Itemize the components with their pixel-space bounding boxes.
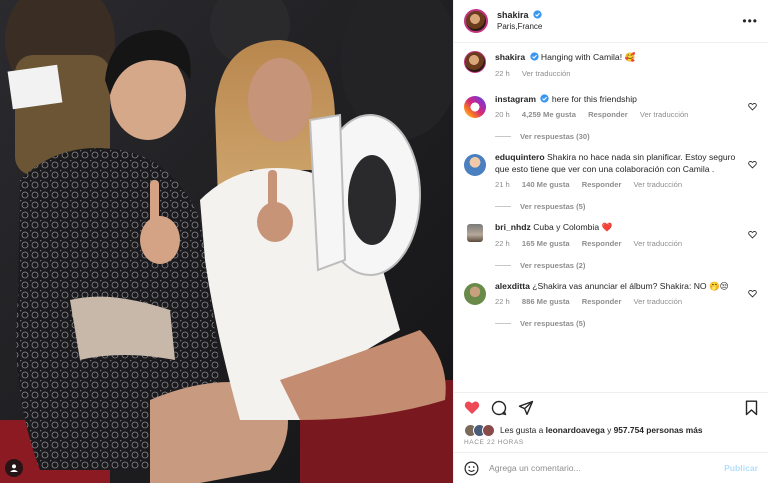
comment-item: instagram here for this friendship 20 h … [464,93,758,141]
post-header: shakira Paris,France ••• [454,0,768,43]
view-replies-label: Ver respuestas (2) [520,260,586,270]
tagged-users-button[interactable] [5,459,23,477]
more-options-icon[interactable]: ••• [742,14,758,28]
add-comment-bar: Publicar [454,452,768,483]
bri-nhdz-avatar[interactable] [467,224,483,242]
caption-username[interactable]: shakira [495,52,525,62]
emoji-smiley-icon [464,461,479,475]
comment-username[interactable]: alexditta [495,281,530,291]
save-button[interactable] [745,400,758,416]
comment-time[interactable]: 20 h [495,110,510,119]
view-replies-button[interactable]: Ver respuestas (2) [495,261,742,270]
verified-badge-icon [529,52,539,61]
caption-translate[interactable]: Ver traducción [522,69,571,78]
like-comment-heart-icon[interactable] [748,102,757,111]
translate-link[interactable]: Ver traducción [634,180,683,189]
post-location[interactable]: Paris,France [497,21,542,32]
eduquintero-avatar[interactable] [464,154,486,176]
comment-likes[interactable]: 140 Me gusta [522,180,570,189]
photo-illustration [0,0,453,483]
comment-item: bri_nhdz Cuba y Colombia ❤️ 22 h 165 Me … [464,222,758,270]
post-timestamp[interactable]: HACE 22 HORAS [454,438,768,452]
likes-summary: Les gusta a leonardoavega y 957.754 pers… [454,422,768,438]
likes-prefix: Les gusta a [500,425,544,435]
verified-badge-icon [533,10,542,19]
author-info: shakira Paris,France [497,10,542,32]
comment-time[interactable]: 22 h [495,239,510,248]
comment-likes[interactable]: 886 Me gusta [522,297,570,306]
post-caption: shakira Hanging with Camila! 🥰 22 h Ver … [464,49,758,78]
author-avatar[interactable] [464,9,488,33]
share-button[interactable] [518,400,534,416]
reply-link[interactable]: Responder [588,110,628,119]
comment-item: eduquintero Shakira no hace nada sin pla… [464,152,758,211]
view-replies-button[interactable]: Ver respuestas (5) [495,202,742,211]
likes-middle: y [607,425,612,435]
caption-avatar[interactable] [464,51,486,73]
replies-divider [495,323,511,324]
alexditta-avatar[interactable] [464,282,486,305]
caption-time[interactable]: 22 h [495,69,510,78]
view-replies-label: Ver respuestas (30) [520,132,590,141]
publish-button[interactable]: Publicar [724,463,758,473]
reply-link[interactable]: Responder [582,297,622,306]
view-replies-label: Ver respuestas (5) [520,319,586,328]
view-replies-button[interactable]: Ver respuestas (5) [495,319,742,328]
liker-avatar [482,423,495,437]
comment-button[interactable] [491,400,507,416]
comment-text: Cuba y Colombia ❤️ [533,222,613,232]
comment-input[interactable] [489,463,725,473]
emoji-button[interactable] [464,461,479,476]
post-actions-bar [454,392,768,422]
replies-divider [495,136,511,137]
comment-likes[interactable]: 4,259 Me gusta [522,110,576,119]
instagram-avatar[interactable] [464,95,486,118]
author-username[interactable]: shakira [497,10,529,20]
reply-link[interactable]: Responder [582,180,622,189]
comment-item: alexditta ¿Shakira vas anunciar el álbum… [464,280,758,328]
view-replies-button[interactable]: Ver respuestas (30) [495,132,742,141]
replies-divider [495,206,511,207]
likes-count-link[interactable]: 957.754 personas más [614,425,703,435]
comment-username[interactable]: instagram [495,94,536,104]
like-button[interactable] [464,400,480,415]
paper-plane-icon [518,400,534,415]
caption-text: Hanging with Camila! 🥰 [540,52,636,62]
bookmark-icon [745,400,758,415]
like-comment-heart-icon[interactable] [748,160,757,169]
post-details-panel: shakira Paris,France ••• shakira Hanging… [453,0,768,483]
comment-username[interactable]: bri_nhdz [495,222,531,232]
likes-user-link[interactable]: leonardoavega [546,425,605,435]
translate-link[interactable]: Ver traducción [634,239,683,248]
user-icon [10,464,18,472]
comment-time[interactable]: 22 h [495,297,510,306]
heart-filled-icon [464,401,480,414]
comment-username[interactable]: eduquintero [495,152,545,162]
like-comment-heart-icon[interactable] [748,289,757,298]
replies-divider [495,264,511,266]
comment-time[interactable]: 21 h [495,180,510,189]
translate-link[interactable]: Ver traducción [634,297,683,306]
like-comment-heart-icon[interactable] [748,230,757,239]
comment-text: here for this friendship [551,93,637,104]
instagram-post-window: shakira Paris,France ••• shakira Hanging… [0,0,768,483]
post-photo[interactable] [0,0,453,483]
translate-link[interactable]: Ver traducción [640,110,689,119]
comment-text: ¿Shakira vas anunciar el álbum? Shakira:… [532,280,729,291]
reply-link[interactable]: Responder [582,239,622,248]
comments-list: shakira Hanging with Camila! 🥰 22 h Ver … [454,43,768,392]
comment-bubble-icon [491,400,507,415]
view-replies-label: Ver respuestas (5) [520,202,586,211]
comment-likes[interactable]: 165 Me gusta [522,239,570,248]
liker-avatars [464,423,495,437]
verified-badge-icon [540,93,550,103]
